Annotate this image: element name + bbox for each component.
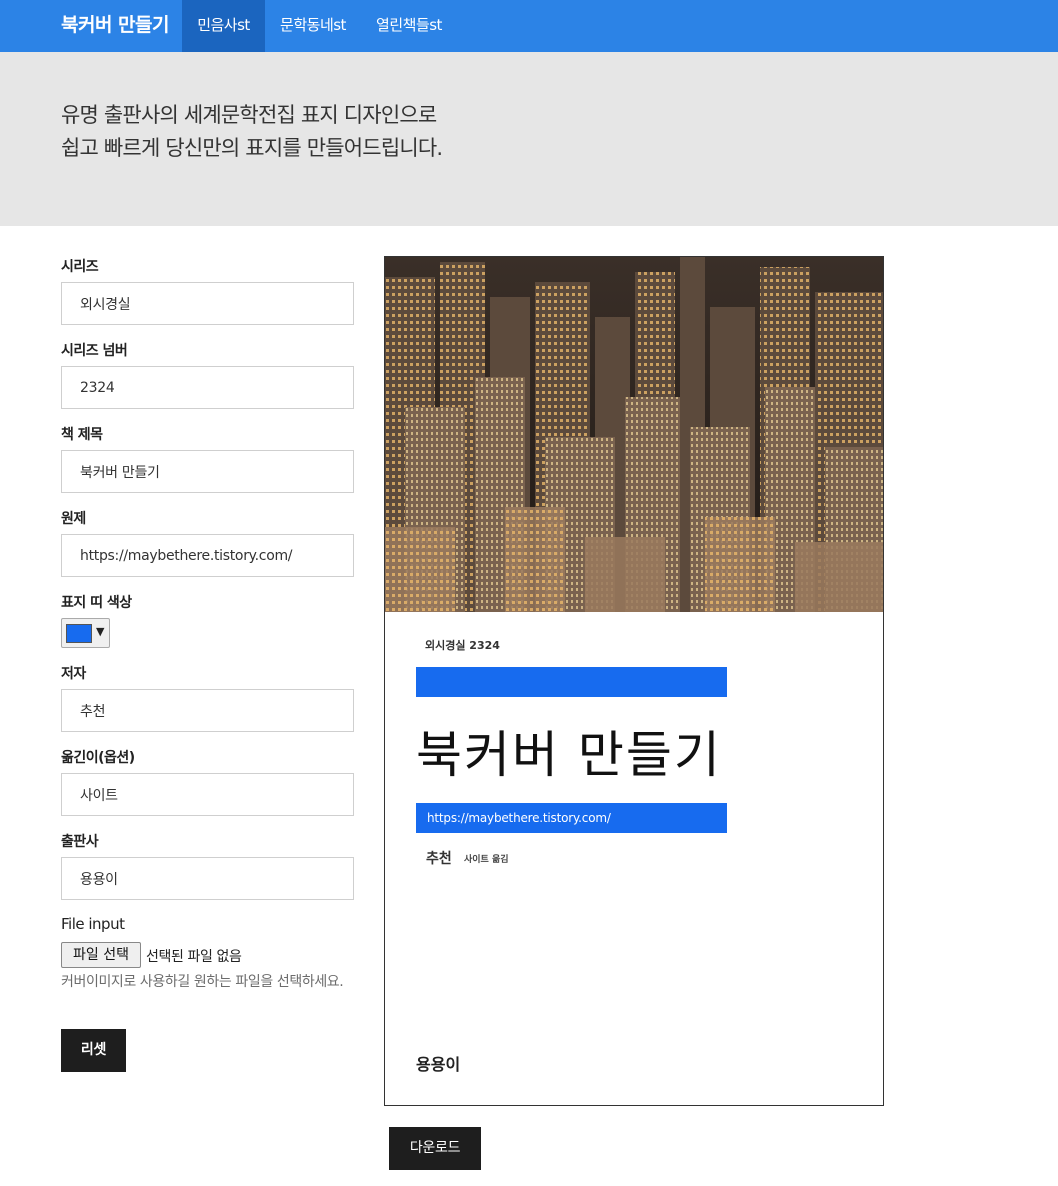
author-input[interactable] <box>61 689 354 732</box>
cover-preview: 외시경실 2324 북커버 만들기 https://maybethere.tis… <box>384 256 884 1106</box>
download-button[interactable]: 다운로드 <box>389 1127 481 1170</box>
band-color-picker[interactable]: ▼ <box>61 618 110 648</box>
cover-translator: 사이트 옮김 <box>464 855 509 865</box>
nav-tab-openbooks[interactable]: 열린책들st <box>361 0 457 52</box>
band-color-label: 표지 띠 색상 <box>61 595 132 611</box>
reset-button[interactable]: 리셋 <box>61 1029 126 1072</box>
brand-link[interactable]: 북커버 만들기 <box>61 0 170 52</box>
title-label: 책 제목 <box>61 427 103 443</box>
series-input[interactable] <box>61 282 354 325</box>
original-title-label: 원제 <box>61 511 86 527</box>
cover-original-title: https://maybethere.tistory.com/ <box>416 803 727 833</box>
color-swatch <box>66 624 92 643</box>
publisher-input[interactable] <box>61 857 354 900</box>
hero-text-line-2: 쉽고 빠르게 당신만의 표지를 만들어드립니다. <box>61 136 443 160</box>
original-title-input[interactable] <box>61 534 354 577</box>
cover-series-line: 외시경실 2324 <box>425 639 500 652</box>
series-number-label: 시리즈 넘버 <box>61 343 128 359</box>
hero-text-line-1: 유명 출판사의 세계문학전집 표지 디자인으로 <box>61 103 437 127</box>
series-label: 시리즈 <box>61 259 99 275</box>
cover-city-image <box>385 257 883 612</box>
series-number-input[interactable] <box>61 366 354 409</box>
cover-author: 추천 <box>426 851 452 867</box>
author-label: 저자 <box>61 666 86 682</box>
dropdown-arrow-icon: ▼ <box>96 625 105 638</box>
translator-input[interactable] <box>61 773 354 816</box>
file-status-text: 선택된 파일 없음 <box>146 949 242 965</box>
cover-title: 북커버 만들기 <box>416 726 722 784</box>
publisher-label: 출판사 <box>61 834 99 850</box>
translator-label: 옮긴이(옵션) <box>61 750 135 766</box>
cover-color-band <box>416 667 727 697</box>
hero-banner: 유명 출판사의 세계문학전집 표지 디자인으로 쉽고 빠르게 당신만의 표지를 … <box>0 52 1058 226</box>
title-input[interactable] <box>61 450 354 493</box>
nav-tab-minumsa[interactable]: 민음사st <box>182 0 265 52</box>
file-input-label: File input <box>61 915 125 933</box>
file-select-button[interactable]: 파일 선택 <box>61 942 141 968</box>
nav-tab-munhakdongne[interactable]: 문학동네st <box>265 0 361 52</box>
cover-publisher: 용용이 <box>416 1055 461 1074</box>
top-navbar: 북커버 만들기 민음사st 문학동네st 열린책들st <box>0 0 1058 52</box>
file-help-text: 커버이미지로 사용하길 원하는 파일을 선택하세요. <box>61 974 344 990</box>
